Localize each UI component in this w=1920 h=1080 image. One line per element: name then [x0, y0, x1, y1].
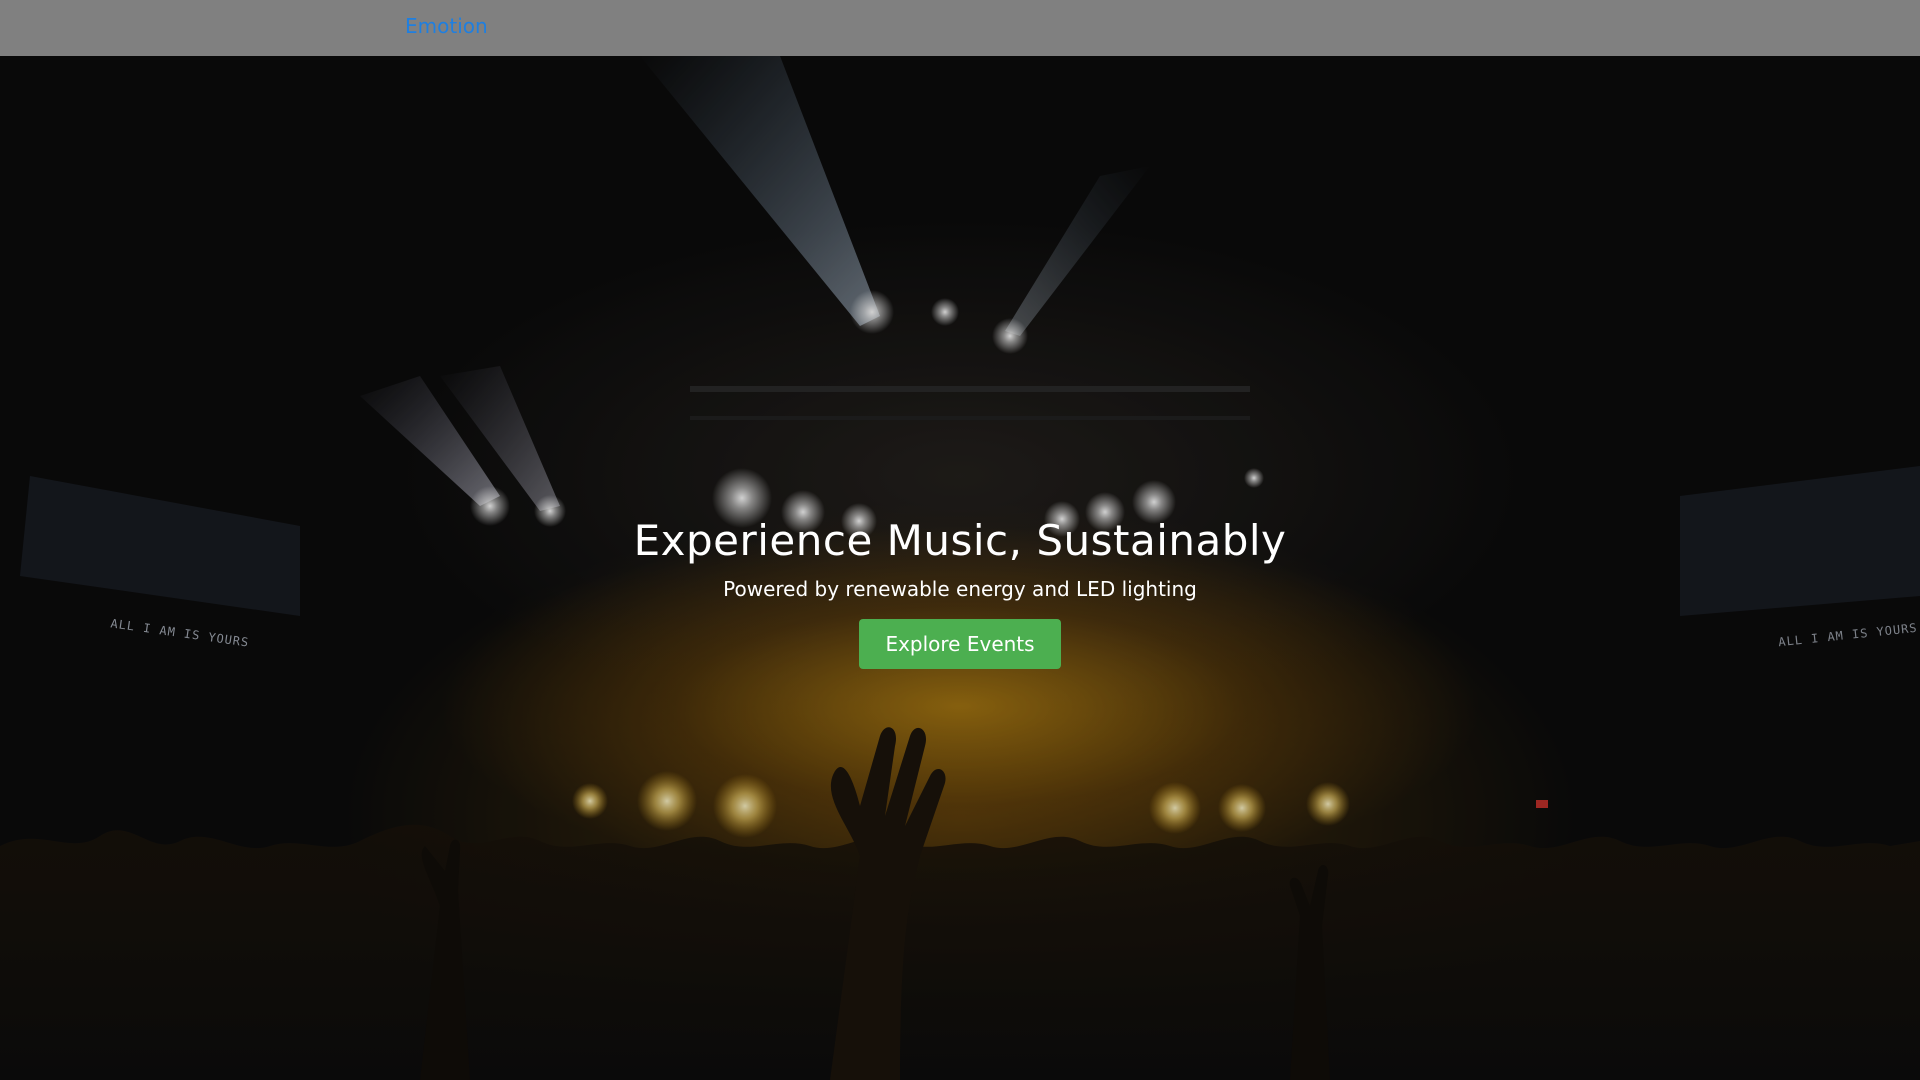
hero-content: Experience Music, Sustainably Powered by…: [0, 516, 1920, 669]
hero-title: Experience Music, Sustainably: [633, 516, 1287, 565]
hero-section: ALL I AM IS YOURS ALL I AM IS YOURS Expe…: [0, 56, 1920, 1080]
top-navbar: Emotion: [0, 0, 1920, 56]
brand-link[interactable]: Emotion: [405, 14, 488, 38]
explore-events-button[interactable]: Explore Events: [859, 619, 1061, 669]
hero-subtitle: Powered by renewable energy and LED ligh…: [723, 577, 1197, 601]
